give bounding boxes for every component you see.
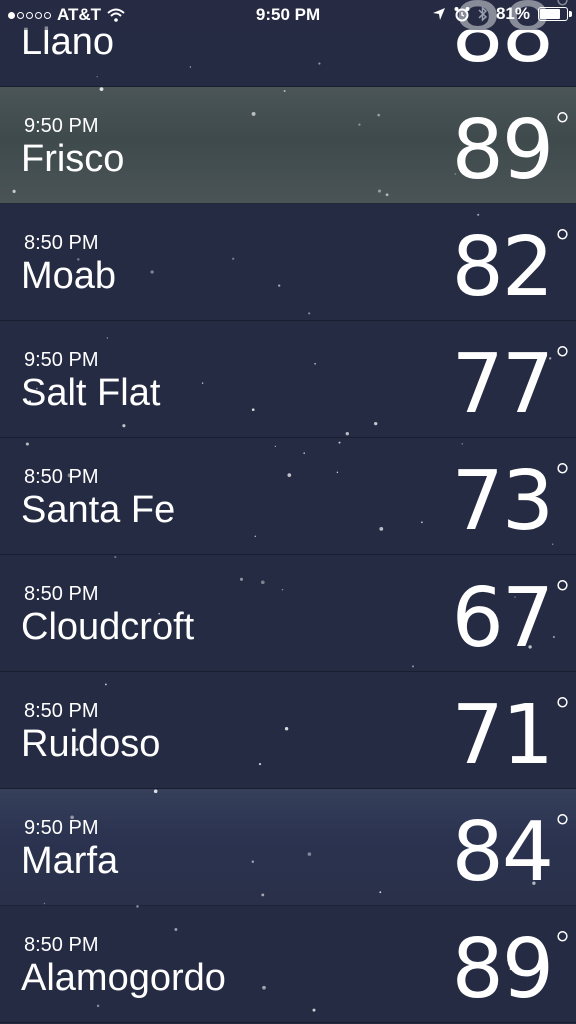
temperature-value: 84 — [451, 805, 554, 900]
location-arrow-icon — [432, 8, 445, 20]
temperature: 89 ° — [451, 922, 572, 1017]
city-row[interactable]: 9:50 PM Salt Flat 77 ° — [0, 321, 576, 438]
temperature-value: 89 — [451, 922, 554, 1017]
battery-level — [540, 9, 561, 19]
city-row[interactable]: 8:50 PM Santa Fe 73 ° — [0, 438, 576, 555]
bluetooth-icon — [478, 6, 488, 22]
city-name: Moab — [21, 255, 117, 297]
temperature-value: 71 — [451, 688, 554, 783]
city-row[interactable]: 8:50 PM Cloudcroft 67 ° — [0, 555, 576, 672]
city-row[interactable]: 9:50 PM Marfa 84 ° — [0, 789, 576, 906]
city-row[interactable]: 9:50 PM Frisco 89 ° — [0, 87, 576, 204]
temperature: 73 ° — [451, 454, 572, 549]
local-time: 8:50 PM — [24, 700, 99, 722]
alarm-icon — [454, 7, 470, 22]
degree-symbol: ° — [553, 456, 572, 500]
city-name: Salt Flat — [21, 372, 161, 414]
weather-city-list-screen: AT&T 9:50 PM 81% Llano 88 9:50 PM Frisco… — [0, 0, 576, 1024]
temperature-value: 67 — [451, 571, 554, 666]
temperature-value: 82 — [451, 220, 554, 315]
temperature: 77 ° — [451, 337, 572, 432]
status-bar: AT&T 9:50 PM 81% — [0, 0, 576, 30]
battery-icon — [538, 7, 572, 21]
degree-symbol: ° — [553, 222, 572, 266]
temperature: 84 ° — [451, 805, 572, 900]
local-time: 9:50 PM — [24, 349, 99, 371]
temperature-value: 73 — [451, 454, 554, 549]
degree-symbol: ° — [553, 807, 572, 851]
local-time: 8:50 PM — [24, 934, 99, 956]
degree-symbol: ° — [553, 573, 572, 617]
city-name: Cloudcroft — [21, 606, 195, 648]
local-time: 8:50 PM — [24, 232, 99, 254]
city-name: Frisco — [21, 138, 125, 180]
degree-symbol: ° — [553, 105, 572, 149]
battery-percentage: 81% — [495, 4, 530, 23]
degree-symbol: ° — [553, 690, 572, 734]
city-row[interactable]: 8:50 PM Ruidoso 71 ° — [0, 672, 576, 789]
status-right: 81% — [432, 4, 572, 24]
city-name: Alamogordo — [21, 957, 226, 999]
temperature: 67 ° — [451, 571, 572, 666]
city-name: Santa Fe — [21, 489, 176, 531]
city-row[interactable]: 8:50 PM Alamogordo 89 ° — [0, 906, 576, 1023]
local-time: 9:50 PM — [24, 817, 99, 839]
local-time: 9:50 PM — [24, 115, 99, 137]
city-name: Ruidoso — [21, 723, 161, 765]
degree-symbol: ° — [553, 339, 572, 383]
city-name: Marfa — [21, 840, 119, 882]
local-time: 8:50 PM — [24, 466, 99, 488]
temperature: 89 ° — [451, 103, 572, 198]
degree-symbol: ° — [553, 924, 572, 968]
city-row[interactable]: 8:50 PM Moab 82 ° — [0, 204, 576, 321]
local-time: 8:50 PM — [24, 583, 99, 605]
temperature-value: 89 — [451, 103, 554, 198]
temperature: 82 ° — [451, 220, 572, 315]
temperature-value: 77 — [451, 337, 554, 432]
city-list: Llano 88° 9:50 PM Frisco 89° 8:50 PM Moa… — [0, 0, 576, 1023]
temperature: 71 ° — [451, 688, 572, 783]
